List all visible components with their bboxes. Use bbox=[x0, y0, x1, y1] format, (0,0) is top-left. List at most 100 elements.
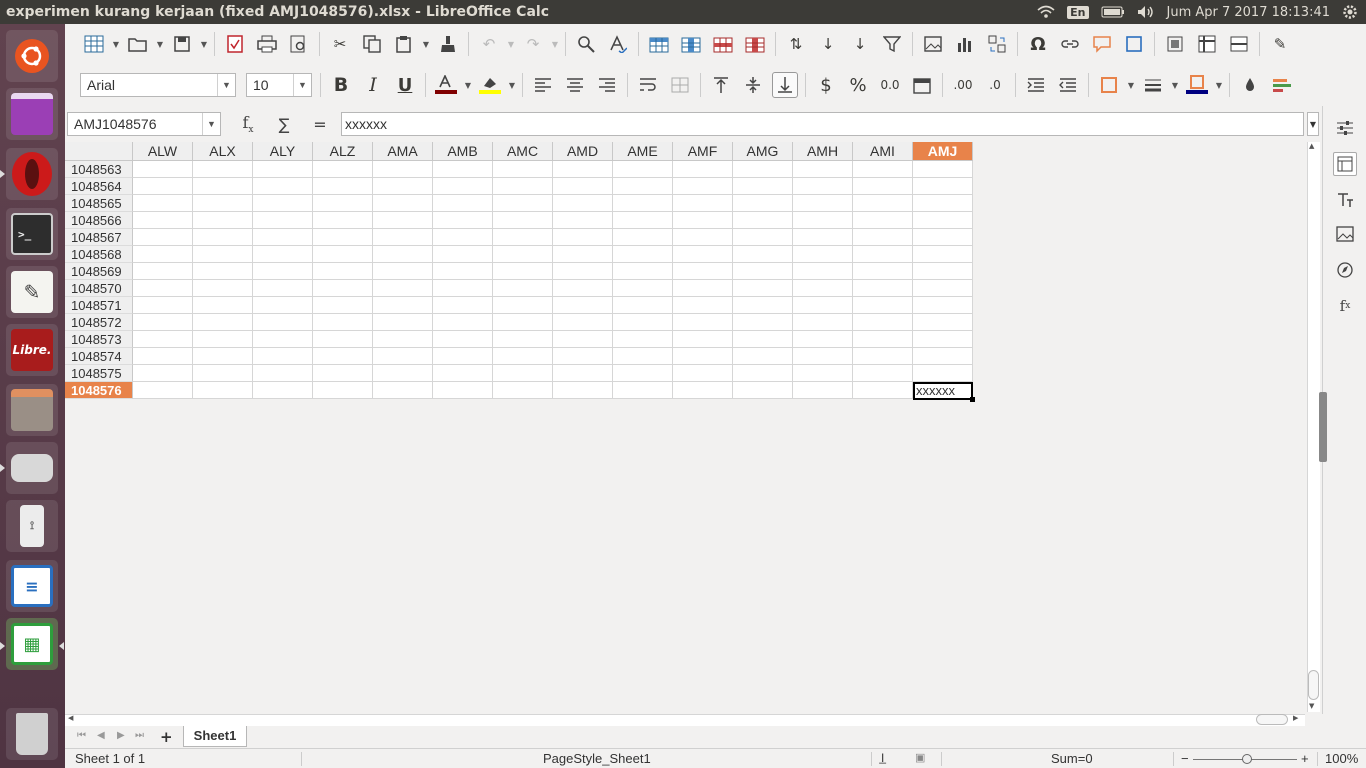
redo-dropdown-icon[interactable]: ▼ bbox=[550, 31, 560, 57]
insert-image-icon[interactable] bbox=[920, 31, 946, 57]
print-icon[interactable] bbox=[254, 31, 280, 57]
open-icon[interactable] bbox=[125, 31, 151, 57]
new-dropdown-icon[interactable]: ▼ bbox=[111, 31, 121, 57]
draw-functions-icon[interactable]: ✎ bbox=[1267, 31, 1293, 57]
column-header[interactable]: AMD bbox=[553, 142, 613, 161]
projectlibre-icon[interactable]: Libre. bbox=[6, 324, 58, 376]
redo-icon[interactable]: ↷ bbox=[520, 31, 546, 57]
sidebar-settings-icon[interactable] bbox=[1333, 116, 1357, 140]
zoom-out-button[interactable]: − bbox=[1181, 751, 1189, 766]
undo-icon[interactable]: ↶ bbox=[476, 31, 502, 57]
column-header[interactable]: AMG bbox=[733, 142, 793, 161]
borders-icon[interactable] bbox=[1096, 72, 1122, 98]
conditional-format-icon[interactable] bbox=[1237, 72, 1263, 98]
row-header[interactable]: 1048568 bbox=[65, 246, 133, 263]
center-vertically-icon[interactable] bbox=[740, 72, 766, 98]
opera-icon[interactable] bbox=[6, 148, 58, 200]
paste-dropdown-icon[interactable]: ▼ bbox=[421, 31, 431, 57]
delete-decimal-icon[interactable]: .0 bbox=[982, 72, 1008, 98]
disk-icon[interactable] bbox=[6, 442, 58, 494]
calc-icon[interactable]: ▦ bbox=[6, 618, 58, 670]
font-size-dropdown-icon[interactable]: ▼ bbox=[293, 74, 311, 96]
row-header[interactable]: 1048565 bbox=[65, 195, 133, 212]
copy-icon[interactable] bbox=[359, 31, 385, 57]
row-header[interactable]: 1048563 bbox=[65, 161, 133, 178]
navigator-icon[interactable] bbox=[1333, 258, 1357, 282]
align-bottom-icon[interactable] bbox=[772, 72, 798, 98]
italic-icon[interactable]: I bbox=[360, 72, 386, 98]
page-style[interactable]: PageStyle_Sheet1 bbox=[543, 751, 651, 766]
column-header[interactable]: AMI bbox=[853, 142, 913, 161]
ubuntu-dash-icon[interactable] bbox=[6, 30, 58, 82]
row-header[interactable]: 1048569 bbox=[65, 263, 133, 280]
active-cell[interactable]: xxxxxx bbox=[913, 382, 973, 400]
hyperlink-icon[interactable] bbox=[1057, 31, 1083, 57]
split-window-icon[interactable] bbox=[1226, 31, 1252, 57]
date-format-icon[interactable] bbox=[909, 72, 935, 98]
currency-format-icon[interactable]: $ bbox=[813, 72, 839, 98]
column-header[interactable]: AMA bbox=[373, 142, 433, 161]
row-icon[interactable] bbox=[646, 31, 672, 57]
zoom-in-button[interactable]: + bbox=[1301, 751, 1309, 766]
next-sheet-icon[interactable]: ▶ bbox=[117, 730, 125, 741]
writer-icon[interactable]: ≡ bbox=[6, 560, 58, 612]
number-format-icon[interactable]: 0.0 bbox=[877, 72, 903, 98]
font-size-box[interactable]: 10 ▼ bbox=[246, 73, 312, 97]
terminal-icon[interactable]: >_ bbox=[6, 208, 58, 260]
autofilter-icon[interactable] bbox=[879, 31, 905, 57]
find-replace-icon[interactable] bbox=[573, 31, 599, 57]
scroll-left-icon[interactable]: ◀ bbox=[68, 714, 73, 722]
battery-icon[interactable] bbox=[1101, 6, 1125, 18]
highlight-color-dropdown-icon[interactable]: ▼ bbox=[507, 72, 517, 98]
special-character-icon[interactable]: Ω bbox=[1025, 31, 1051, 57]
name-box[interactable]: AMJ1048576 ▼ bbox=[67, 112, 221, 136]
select-all-corner[interactable] bbox=[65, 142, 133, 161]
add-decimal-icon[interactable]: .00 bbox=[950, 72, 976, 98]
trash-icon[interactable] bbox=[6, 708, 58, 760]
headers-footers-icon[interactable] bbox=[1121, 31, 1147, 57]
scroll-right-icon[interactable]: ▶ bbox=[1293, 714, 1298, 722]
row-header[interactable]: 1048572 bbox=[65, 314, 133, 331]
spelling-icon[interactable] bbox=[605, 31, 631, 57]
row-header[interactable]: 1048573 bbox=[65, 331, 133, 348]
volume-icon[interactable] bbox=[1137, 5, 1155, 19]
align-center-icon[interactable] bbox=[562, 72, 588, 98]
font-color-dropdown-icon[interactable]: ▼ bbox=[463, 72, 473, 98]
border-color-dropdown-icon[interactable]: ▼ bbox=[1214, 72, 1224, 98]
align-top-icon[interactable] bbox=[708, 72, 734, 98]
open-dropdown-icon[interactable]: ▼ bbox=[155, 31, 165, 57]
function-wizard-icon[interactable]: fx bbox=[233, 113, 263, 135]
sort-descending-icon[interactable]: ↓ bbox=[847, 31, 873, 57]
properties-icon[interactable] bbox=[1333, 152, 1357, 176]
column-header[interactable]: ALY bbox=[253, 142, 313, 161]
column-header[interactable]: AMJ bbox=[913, 142, 973, 161]
wrap-text-icon[interactable] bbox=[635, 72, 661, 98]
horizontal-scrollbar[interactable] bbox=[65, 714, 1305, 726]
pivot-table-icon[interactable] bbox=[984, 31, 1010, 57]
horizontal-scroll-thumb[interactable] bbox=[1256, 714, 1288, 725]
formula-input[interactable]: xxxxxx bbox=[341, 112, 1304, 136]
sort-ascending-icon[interactable]: ↓ bbox=[815, 31, 841, 57]
column-header[interactable]: AME bbox=[613, 142, 673, 161]
expand-formula-bar-icon[interactable]: ▼ bbox=[1307, 112, 1319, 136]
zoom-slider-knob[interactable] bbox=[1242, 754, 1252, 764]
border-style-icon[interactable] bbox=[1140, 72, 1166, 98]
font-name-box[interactable]: Arial ▼ bbox=[80, 73, 236, 97]
align-left-icon[interactable] bbox=[530, 72, 556, 98]
undo-dropdown-icon[interactable]: ▼ bbox=[506, 31, 516, 57]
text-editor-icon[interactable]: ✎ bbox=[6, 266, 58, 318]
sidebar-collapse-handle[interactable] bbox=[1319, 392, 1327, 462]
scroll-down-icon[interactable]: ▼ bbox=[1309, 702, 1314, 710]
insert-chart-icon[interactable] bbox=[952, 31, 978, 57]
row-header[interactable]: 1048566 bbox=[65, 212, 133, 229]
spreadsheet-grid[interactable]: ALW ALX ALY ALZ AMA AMB AMC AMD AME AMF AMG AMH AMI A… bbox=[65, 142, 1307, 712]
last-sheet-icon[interactable]: ⏭ bbox=[135, 730, 144, 741]
font-name-dropdown-icon[interactable]: ▼ bbox=[217, 74, 235, 96]
first-sheet-icon[interactable]: ⏮ bbox=[77, 730, 86, 741]
document-modified-icon[interactable]: ▣ bbox=[915, 751, 925, 764]
column-header[interactable]: ALX bbox=[193, 142, 253, 161]
clone-formatting-icon[interactable] bbox=[435, 31, 461, 57]
scroll-up-icon[interactable]: ▲ bbox=[1309, 142, 1314, 150]
paste-icon[interactable] bbox=[391, 31, 417, 57]
column-header[interactable]: ALZ bbox=[313, 142, 373, 161]
